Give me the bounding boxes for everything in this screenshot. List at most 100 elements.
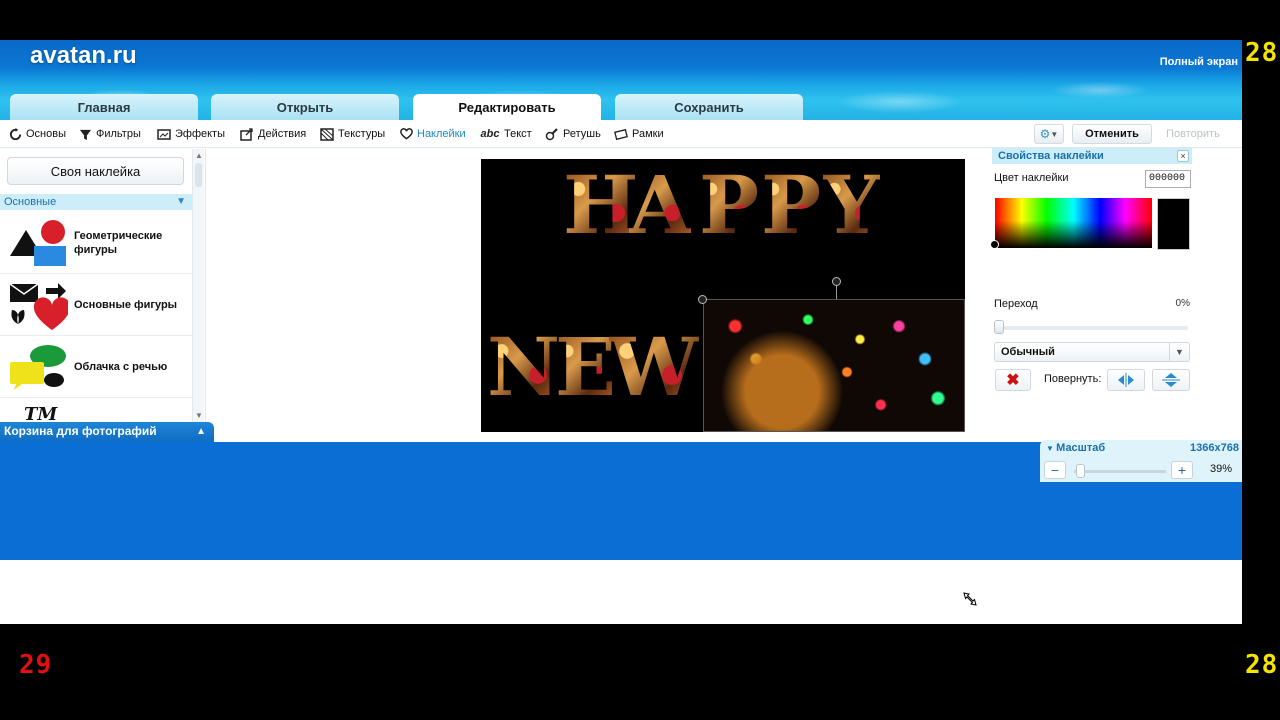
selected-sticker[interactable]: [703, 299, 965, 432]
triangle-up-icon: ▲: [196, 426, 206, 437]
category-tm[interactable]: TM: [0, 398, 192, 422]
letter-a: A: [629, 159, 692, 252]
rotate-label: Повернуть:: [1044, 373, 1102, 385]
zoom-out-button[interactable]: −: [1044, 461, 1066, 479]
image-canvas[interactable]: H A P P Y N E W: [481, 159, 965, 432]
geometric-shapes-icon: [10, 220, 66, 266]
tool-actions[interactable]: Действия: [240, 126, 306, 142]
site-logo[interactable]: avatan.ru: [30, 42, 137, 70]
flip-vertical-icon: [1162, 373, 1180, 387]
counter-bottom-left: 29: [19, 650, 53, 680]
scroll-down-icon[interactable]: ▼: [195, 411, 203, 420]
tool-basics[interactable]: Основы: [8, 126, 66, 142]
color-preview-swatch: [1157, 198, 1190, 250]
retouch-icon: [545, 127, 559, 141]
scroll-up-icon[interactable]: ▲: [195, 151, 203, 160]
tab-save[interactable]: Сохранить: [615, 94, 803, 120]
color-picker-cursor[interactable]: [990, 240, 999, 249]
tool-effects[interactable]: Эффекты: [157, 126, 225, 142]
tool-label: Текстуры: [338, 128, 386, 140]
blend-mode-value: Обычный: [1001, 346, 1055, 358]
reset-icon: [8, 127, 22, 141]
zoom-slider-knob[interactable]: [1076, 464, 1085, 478]
tool-label: Действия: [258, 128, 307, 140]
panel-title: Свойства наклейки: [992, 148, 1192, 164]
tab-home[interactable]: Главная: [10, 94, 198, 120]
scroll-thumb[interactable]: [195, 163, 202, 187]
tool-stickers[interactable]: Наклейки: [399, 126, 466, 142]
tab-open[interactable]: Открыть: [211, 94, 399, 120]
category-label: Облачка с речью: [74, 361, 168, 373]
resize-handle[interactable]: [698, 295, 707, 304]
category-geometric[interactable]: Геометрические фигуры: [0, 212, 192, 274]
letter-w: W: [609, 320, 699, 414]
zoom-label: Масштаб: [1056, 442, 1106, 454]
close-icon[interactable]: ×: [1177, 150, 1189, 162]
color-label: Цвет наклейки: [994, 172, 1069, 184]
chevron-down-icon: ▼: [1050, 129, 1059, 139]
delete-x-icon: ✖: [1006, 372, 1020, 389]
zoom-slider[interactable]: [1074, 470, 1166, 473]
tool-label: Рамки: [632, 128, 664, 140]
category-label: Основные фигуры: [74, 299, 178, 311]
zoom-panel: ▼ Масштаб 1366x768 − + 39%: [1040, 440, 1242, 482]
sticker-properties-panel: Свойства наклейки × Цвет наклейки 000000…: [990, 148, 1192, 358]
color-hex-field[interactable]: 000000: [1145, 170, 1191, 188]
textures-icon: [320, 127, 334, 141]
letter-p2: P: [761, 159, 822, 252]
filter-icon: [78, 127, 92, 141]
zoom-percent: 39%: [1209, 463, 1232, 475]
tab-edit[interactable]: Редактировать: [413, 94, 601, 120]
photo-basket-label: Корзина для фотографий: [4, 424, 157, 438]
tool-textures[interactable]: Текстуры: [320, 126, 385, 142]
tool-label: Фильтры: [96, 128, 141, 140]
letter-n: N: [487, 320, 561, 414]
color-spectrum-picker[interactable]: [995, 198, 1152, 248]
rotate-handle[interactable]: [832, 277, 841, 286]
tool-filters[interactable]: Фильтры: [78, 126, 141, 142]
flip-horizontal-button[interactable]: [1107, 369, 1145, 391]
chevron-down-icon: ▼: [1169, 343, 1189, 361]
zoom-in-button[interactable]: +: [1171, 461, 1193, 479]
triangle-down-icon: ▼: [1046, 444, 1057, 453]
tool-frames[interactable]: Рамки: [614, 126, 664, 142]
settings-button[interactable]: ⚙ ▼: [1034, 124, 1064, 144]
actions-icon: [240, 127, 254, 141]
category-header-label: Основные: [4, 196, 57, 208]
tool-retouch[interactable]: Ретушь: [545, 126, 601, 142]
tm-label: TM: [24, 404, 58, 422]
fullscreen-link[interactable]: Полный экран: [1160, 56, 1238, 68]
left-panel-scrollbar[interactable]: ▲ ▼: [192, 149, 204, 422]
sticker-library-panel: Своя наклейка Основные ▼ Геометрические …: [0, 149, 206, 422]
flip-horizontal-icon: [1118, 373, 1134, 387]
counter-top-right: 28: [1245, 38, 1279, 68]
category-label: Геометрические фигуры: [74, 230, 163, 256]
counter-bottom-right: 28: [1245, 650, 1279, 680]
tool-label: Эффекты: [175, 128, 226, 140]
editor-app: avatan.ru Полный экран Главная Открыть Р…: [0, 40, 1242, 624]
zoom-header[interactable]: ▼ Масштаб: [1046, 442, 1105, 454]
tool-label: Ретушь: [563, 128, 601, 140]
transparency-slider-knob[interactable]: [994, 320, 1004, 334]
flip-vertical-button[interactable]: [1152, 369, 1190, 391]
undo-button[interactable]: Отменить: [1072, 124, 1152, 144]
tool-text[interactable]: abc Текст: [480, 126, 532, 142]
blend-mode-select[interactable]: Обычный ▼: [994, 342, 1190, 362]
redo-button[interactable]: Повторить: [1160, 124, 1226, 144]
transparency-slider[interactable]: [998, 326, 1188, 330]
delete-sticker-button[interactable]: ✖: [995, 369, 1031, 391]
heart-icon: [399, 127, 413, 141]
transparency-label: Переход: [994, 298, 1038, 310]
category-speech-bubbles[interactable]: Облачка с речью: [0, 336, 192, 398]
transparency-value: 0%: [1175, 298, 1190, 309]
letter-e: E: [555, 320, 616, 414]
tool-label: Наклейки: [417, 128, 466, 140]
category-header[interactable]: Основные ▼: [0, 194, 192, 210]
photo-basket-header[interactable]: Корзина для фотографий ▲: [0, 422, 214, 442]
category-basic-shapes[interactable]: Основные фигуры: [0, 274, 192, 336]
custom-sticker-button[interactable]: Своя наклейка: [7, 157, 184, 185]
letter-y: Y: [823, 159, 881, 252]
letter-p: P: [699, 159, 760, 252]
header-bar: avatan.ru Полный экран Главная Открыть Р…: [0, 40, 1242, 120]
screen: 28 29 28 avatan.ru Полный экран Главная …: [0, 0, 1280, 720]
